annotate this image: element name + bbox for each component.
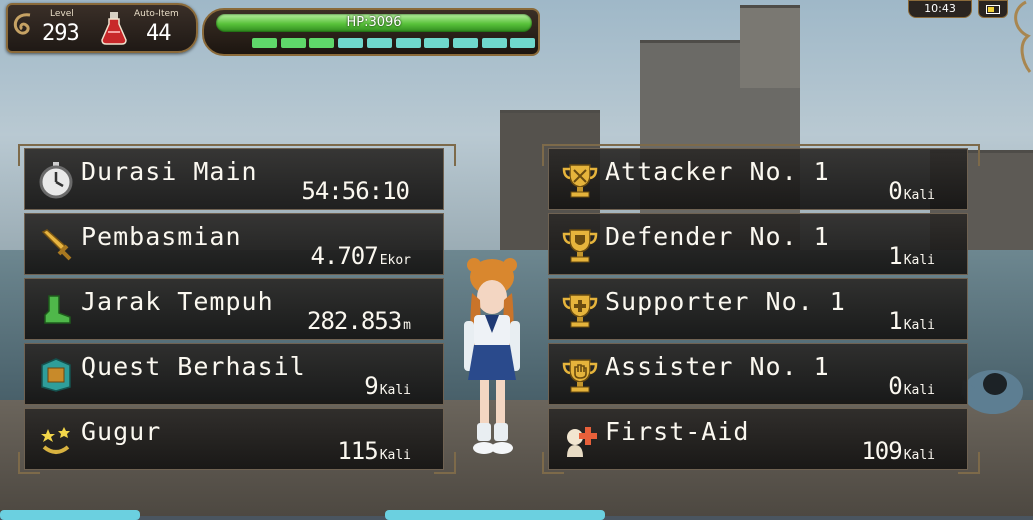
stat-value: 0 Kali — [888, 372, 935, 400]
sword-icon — [37, 226, 75, 264]
stat-row-assister: Assister No. 1 0 Kali — [548, 343, 968, 405]
stat-label: Quest Berhasil — [81, 352, 306, 381]
auto-item-label: Auto-Item — [134, 9, 179, 19]
frame-corner — [958, 144, 980, 166]
frame-corner — [434, 452, 456, 474]
corner-ornament-icon — [1014, 0, 1032, 73]
gauge-segment — [424, 38, 450, 48]
gauge-segment — [510, 38, 536, 48]
stat-row-attacker: Attacker No. 1 0 Kali — [548, 148, 968, 210]
stat-value: 109 Kali — [861, 437, 935, 465]
stat-label: Jarak Tempuh — [81, 287, 274, 316]
stat-label: Pembasmian — [81, 222, 242, 251]
first-aid-icon — [561, 421, 599, 459]
gauge-segment — [252, 38, 277, 48]
stat-label: Assister No. 1 — [605, 352, 830, 381]
trophy-supporter-icon — [561, 291, 599, 329]
stat-value: 0 Kali — [888, 177, 935, 205]
stat-row-play-duration: Durasi Main 54:56:10 — [24, 148, 444, 210]
hp-text: HP:3096 — [346, 15, 402, 30]
stat-row-defender: Defender No. 1 1 Kali — [548, 213, 968, 275]
stats-panel-left: Durasi Main 54:56:10 Pembasmian 4.707 Eko… — [24, 148, 444, 471]
bottom-button-left[interactable] — [0, 510, 140, 520]
stat-label: Gugur — [81, 417, 162, 446]
stat-value: 9 Kali — [364, 372, 411, 400]
frame-corner — [18, 144, 40, 166]
stat-row-quests: Quest Berhasil 9 Kali — [24, 343, 444, 405]
stat-label: Durasi Main — [81, 157, 258, 186]
knocked-out-icon — [37, 421, 75, 459]
frame-corner — [958, 452, 980, 474]
stat-label: Defender No. 1 — [605, 222, 830, 251]
level-label: Level — [50, 9, 74, 19]
stat-value: 282.853 m — [307, 307, 411, 335]
stat-value: 115 Kali — [337, 437, 411, 465]
gauge-segment — [395, 38, 421, 48]
bottom-button-center[interactable] — [385, 510, 605, 520]
left-panel-top-line — [20, 144, 452, 146]
hp-bar-frame: HP:3096 — [202, 8, 540, 56]
stat-value: 54:56:10 — [301, 177, 410, 205]
castle-tower — [740, 5, 800, 88]
boot-icon — [37, 291, 75, 329]
hp-bar: HP:3096 — [216, 14, 532, 32]
auto-item-value: 44 — [146, 21, 171, 46]
stat-label: Supporter No. 1 — [605, 287, 846, 316]
stat-label: First-Aid — [605, 417, 750, 446]
gauge-segment — [452, 38, 478, 48]
trophy-assister-icon — [561, 356, 599, 394]
stat-value: 1 Kali — [888, 242, 935, 270]
swirl-ornament-icon — [13, 13, 31, 35]
stat-row-kills: Pembasmian 4.707 Ekor — [24, 213, 444, 275]
player-status-badge: Level 293 Auto-Item 44 — [6, 3, 198, 53]
potion-icon[interactable] — [100, 10, 128, 46]
gauge-segment — [309, 38, 335, 48]
quest-book-icon — [37, 356, 75, 394]
clock: 10:43 — [908, 0, 972, 18]
stat-row-deaths: Gugur 115 Kali — [24, 408, 444, 470]
trophy-defender-icon — [561, 226, 599, 264]
frame-corner — [542, 452, 564, 474]
frame-corner — [434, 144, 456, 166]
stats-panel-right: Attacker No. 1 0 Kali Defender No. 1 1 Kal… — [548, 148, 968, 471]
gauge-segment — [338, 38, 364, 48]
stat-row-distance: Jarak Tempuh 282.853 m — [24, 278, 444, 340]
gauge-segment — [280, 38, 306, 48]
gauge-segment — [481, 38, 507, 48]
gauge-segment — [366, 38, 392, 48]
frame-corner — [18, 452, 40, 474]
frame-corner — [542, 144, 564, 166]
stat-row-first-aid: First-Aid 109 Kali — [548, 408, 968, 470]
level-value: 293 — [42, 21, 80, 46]
stat-label: Attacker No. 1 — [605, 157, 830, 186]
trophy-attacker-icon — [561, 161, 599, 199]
stat-row-supporter: Supporter No. 1 1 Kali — [548, 278, 968, 340]
right-panel-top-line — [544, 144, 976, 146]
stopwatch-icon — [37, 161, 75, 199]
player-character — [464, 258, 520, 454]
stat-value: 4.707 Ekor — [310, 242, 411, 270]
stat-value: 1 Kali — [888, 307, 935, 335]
